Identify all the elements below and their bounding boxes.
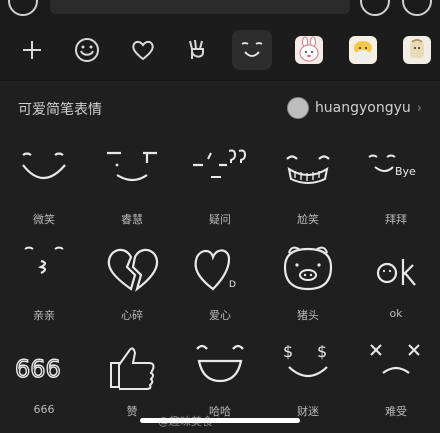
sticker-cell[interactable]: 心碎 [88,233,176,329]
sticker-awkward-icon [286,155,330,184]
sticker-tab-bar [0,22,440,80]
sticker-broken-heart-icon [107,248,159,292]
sticker-cell[interactable]: 睿慧 [88,137,176,233]
sticker-label: 难受 [385,405,407,418]
sticker-panel: 可爱简笔表情 huangyongyu › 微笑 睿慧 疑问 尬笑 Bye 拜拜 … [0,81,440,433]
sticker-question-icon [193,149,247,178]
emoji-smile-icon[interactable] [67,30,107,70]
pack-title: 可爱简笔表情 [18,102,102,118]
sticker-label: 亲亲 [33,309,55,322]
voice-toggle-icon[interactable] [8,0,38,16]
sticker-smile-icon [22,152,66,180]
sticker-label: 微笑 [33,213,55,226]
sticker-label: 爱心 [209,309,231,322]
sticker-cell[interactable]: 666 666 [0,329,88,425]
sticker-cell[interactable]: D 爱心 [176,233,264,329]
sticker-money-icon: $ $ [283,342,328,378]
message-input[interactable] [50,0,350,14]
sticker-label: 尬笑 [297,213,319,226]
sticker-pack-character-1[interactable] [343,30,383,70]
svg-text:Bye: Bye [395,165,416,178]
chevron-right-icon: › [416,100,422,116]
add-icon[interactable] [12,30,52,70]
sticker-cell[interactable]: Bye 拜拜 [352,137,440,233]
sticker-cell[interactable]: 猪头 [264,233,352,329]
sticker-ok-icon [376,259,416,286]
sticker-cell[interactable]: 亲亲 [0,233,88,329]
sticker-thumbs-up-icon [110,347,155,390]
sticker-cell[interactable]: 微笑 [0,137,88,233]
svg-text:$: $ [283,342,293,361]
sticker-cell[interactable]: 哈哈 [176,329,264,425]
more-actions-icon[interactable] [402,0,432,16]
sticker-label: 赞 [126,405,138,418]
svg-text:D: D [229,280,236,290]
sticker-666-icon: 666 [14,354,61,383]
pack-header: 可爱简笔表情 huangyongyu › [0,81,440,137]
sticker-cell[interactable]: 尬笑 [264,137,352,233]
avatar [286,97,309,119]
sticker-kiss-icon [24,246,64,274]
sticker-pack-rabbit[interactable] [289,30,329,70]
sticker-haha-icon [196,344,244,383]
sticker-love-icon: D [194,249,236,291]
sticker-label: ok [389,307,403,320]
sticker-bye-icon: Bye [368,154,416,178]
sticker-cell[interactable]: $ $ 财迷 [264,329,352,425]
pack-author-link[interactable]: huangyongyu › [286,97,422,119]
sticker-pack-doodle[interactable] [232,30,272,70]
sticker-smart-icon [107,151,157,182]
hand-peace-icon[interactable] [177,30,217,70]
sticker-cell[interactable]: 疑问 [176,137,264,233]
sticker-label: 疑问 [209,213,231,226]
sticker-label: 666 [33,403,55,416]
sticker-label: 财迷 [297,405,319,418]
sticker-pig-icon [283,246,333,291]
sticker-cell[interactable]: ok [352,233,440,329]
sticker-label: 睿慧 [121,213,143,226]
watermark: @趣味美食 [158,415,213,428]
sticker-label: 心碎 [121,309,143,322]
sticker-grid: 微笑 睿慧 疑问 尬笑 Bye 拜拜 亲亲 心碎 D 爱心 猪头 ok 666 … [0,137,440,433]
sticker-cell[interactable]: 难受 [352,329,440,425]
emoji-toggle-icon[interactable] [360,0,390,16]
svg-text:$: $ [317,342,327,361]
sticker-sad-icon [370,344,420,374]
heart-icon[interactable] [123,30,163,70]
sticker-pack-character-2[interactable] [397,30,437,70]
sticker-cell[interactable]: 赞 [88,329,176,425]
svg-text:666: 666 [15,355,61,383]
top-input-bar [0,0,440,22]
sticker-label: 拜拜 [385,213,407,226]
author-name: huangyongyu [314,100,411,116]
sticker-label: 猪头 [297,309,319,322]
